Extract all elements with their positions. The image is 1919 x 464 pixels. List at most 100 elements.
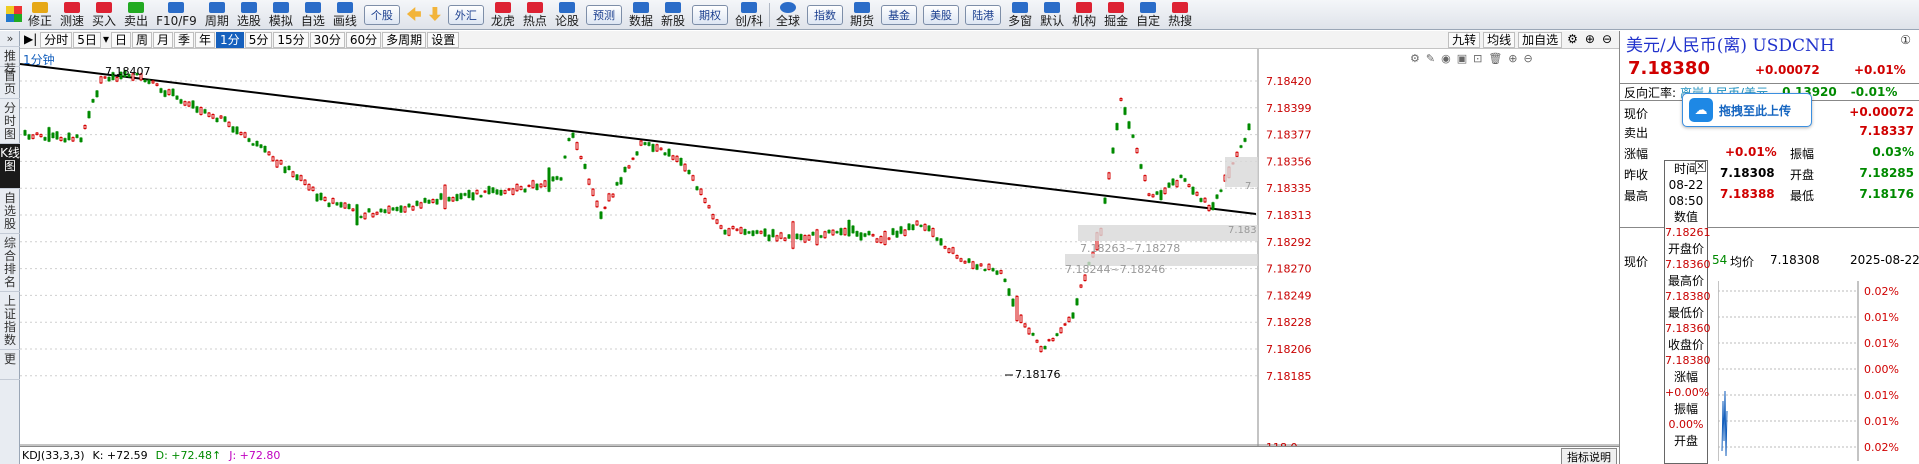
kline-chart[interactable]: 7.18420 7.18399 7.18377 7.18356 7.18335 7.183… [20,49,1619,464]
toolbar-buy-button[interactable]: 买入 [88,0,120,29]
nav-item-6[interactable]: 上证指数 [0,292,20,350]
zoom-out-icon[interactable]: ⊖ [1524,52,1533,65]
nav-item-5[interactable]: 综合排名 [0,234,20,292]
toolbar-favorites-button[interactable]: 自选 [297,0,329,29]
quote-value: 7.18308 [1720,166,1775,180]
candle-body [803,234,807,243]
toolbar-f10-button[interactable]: F10/F9 [152,0,201,29]
toolbar-stock-picker-button[interactable]: 选股 [233,0,265,29]
lock-icon[interactable]: ⊡ [1473,52,1482,65]
period-tab-2[interactable]: 日 [110,31,131,48]
fund-button[interactable]: 基金 [881,4,918,25]
candle-body [1051,337,1055,342]
chart-tools: ⚙ ✎ ◉ ▣ ⊡ 🗑 ⊕ ⊖ [1410,52,1533,65]
back-arrow-icon[interactable] [403,0,425,29]
period-right-tool-2[interactable]: 加自选 [1518,32,1563,48]
logo-icon[interactable] [4,0,24,29]
zoom-in-icon[interactable]: ⊕ [1508,52,1517,65]
period-tab-0[interactable]: 分时 [40,31,73,48]
candle-body [423,198,427,203]
toolbar-ipo-button[interactable]: 新股 [657,0,689,29]
hk-connect-button[interactable]: 陆港 [965,4,1002,25]
candle-body [763,228,767,237]
drag-upload-button[interactable]: ☁ 拖拽至此上传 [1682,93,1812,127]
period-tab-6[interactable]: 年 [195,31,216,48]
intraday-mini-chart[interactable]: 0.02% 0.01% 0.01% 0.00% 0.01% 0.01% 0.02% [1718,281,1918,461]
candle-body [911,224,915,231]
nav-item-2[interactable]: 分时图 [0,99,20,144]
kline-chart-svg[interactable]: 7.18420 7.18399 7.18377 7.18356 7.18335 7.183… [20,49,1619,446]
candle-body [815,229,819,246]
candle-body [447,196,451,202]
zoom-out-icon[interactable]: ⊖ [1600,32,1614,48]
period-tab-11[interactable]: 60分 [345,31,382,48]
toolbar-institution-button[interactable]: 机构 [1068,0,1100,29]
period-tab-8[interactable]: 5分 [244,31,273,48]
toolbar-sell-button[interactable]: 卖出 [120,0,152,29]
panel-toggle-icon[interactable]: ① [1900,33,1911,47]
period-tab-3[interactable]: 周 [131,31,152,48]
period-tab-10[interactable]: 30分 [309,31,345,48]
period-tab-1[interactable]: 5日 [73,31,101,48]
options-button[interactable]: 期权 [691,4,728,25]
star-market-button[interactable]: 创/科 [731,0,767,29]
right-cut-label-1: 7. [1245,181,1255,192]
period-right-tool-0[interactable]: 九转 [1448,32,1481,48]
period-tab-9[interactable]: 15分 [273,31,309,48]
candle-body [579,156,583,159]
toolbar-hot-search-button[interactable]: 热搜 [1164,0,1196,29]
toolbar-data-button[interactable]: 数据 [625,0,657,29]
pen-icon[interactable]: ✎ [1426,52,1435,65]
toolbar-discuss-button[interactable]: 论股 [551,0,583,29]
toolbar-custom-button[interactable]: 自定 [1132,0,1164,29]
eye-icon[interactable]: ◉ [1441,52,1451,65]
period-dropdown-icon[interactable]: ▾ [102,32,110,48]
toolbar-repair-button[interactable]: 修正 [24,0,56,29]
nav-item-3[interactable]: K线图 [0,144,20,189]
indicator-help-button[interactable]: 指标说明 [1561,448,1617,464]
period-tab-13[interactable]: 设置 [427,31,460,48]
nav-item-7[interactable]: 更 [0,350,20,380]
period-prev-icon[interactable]: ▶| [22,32,39,48]
candle-body [663,152,667,156]
period-tab-4[interactable]: 月 [153,31,174,48]
zoom-in-icon[interactable]: ⊕ [1583,32,1597,48]
forex-button[interactable]: 外汇 [447,4,484,25]
toolbar-draw-line-button[interactable]: 画线 [329,0,361,29]
period-right-tool-1[interactable]: 均线 [1483,32,1516,48]
settings-icon[interactable]: ⚙ [1565,32,1580,48]
toolbar-simulate-button[interactable]: 模拟 [265,0,297,29]
close-icon[interactable]: × [1695,161,1706,172]
global-button[interactable]: 全球 [772,0,804,29]
nav-item-4[interactable]: 自选股 [0,189,20,234]
nav-expand-icon[interactable]: » [0,31,20,47]
toolbar-f10-label: F10/F9 [156,14,197,28]
us-stock-button[interactable]: 美股 [923,4,960,25]
indicator-name[interactable]: KDJ(33,3,3) [22,449,85,462]
toolbar-dragon-tiger-button[interactable]: 龙虎 [487,0,519,29]
candle-body [715,219,719,224]
nav-item-1[interactable]: 首页 [0,67,20,99]
period-tab-5[interactable]: 季 [174,31,195,48]
toolbar-speedtest-button[interactable]: 测速 [56,0,88,29]
period-tab-7[interactable]: 1分 [216,31,244,48]
period-tab-12[interactable]: 多周期 [382,31,427,48]
delete-icon[interactable]: 🗑 [1488,52,1502,65]
settings-icon[interactable]: ⚙ [1410,52,1420,65]
index-button[interactable]: 指数 [807,4,844,25]
stock-button[interactable]: 个股 [363,4,400,25]
toolbar-default-layout-button[interactable]: 默认 [1036,0,1068,29]
toolbar-period-button[interactable]: 周期 [201,0,233,29]
mini-pct-label: 0.02% [1864,285,1899,298]
nav-item-0[interactable]: 推荐 [0,47,20,76]
toolbar-hotspot-button[interactable]: 热点 [519,0,551,29]
toolbar-multi-window-button[interactable]: 多窗 [1004,0,1036,29]
low-price-label: 7.18176 [1015,368,1061,381]
candle-body [1239,145,1243,148]
forecast-button[interactable]: 预测 [585,4,622,25]
down-arrow-icon[interactable] [425,0,445,29]
save-icon[interactable]: ▣ [1457,52,1467,65]
futures-button[interactable]: 期货 [846,0,878,29]
toolbar-gold-button[interactable]: 掘金 [1100,0,1132,29]
candle-body [939,238,943,246]
